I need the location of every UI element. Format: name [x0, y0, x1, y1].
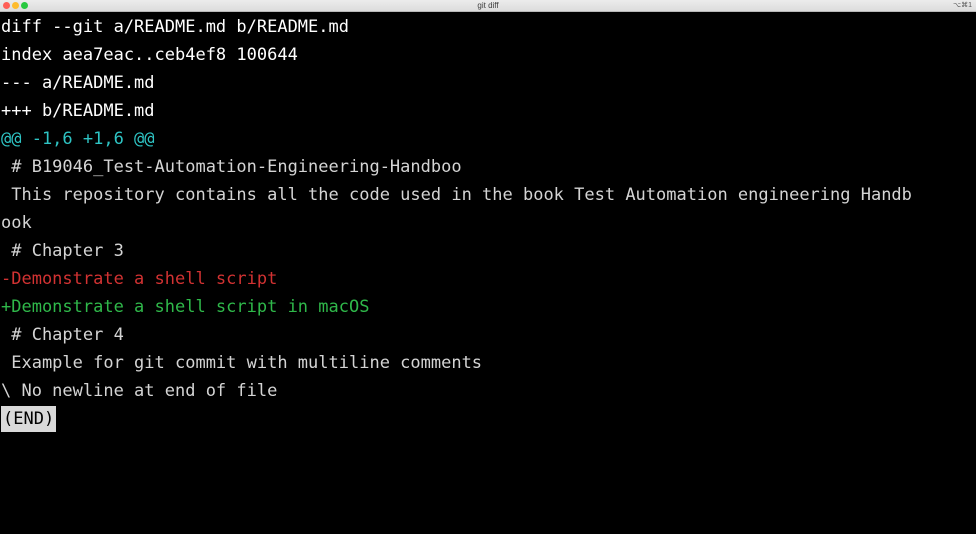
pager-end-prompt[interactable]: (END) [1, 406, 57, 432]
title-bar[interactable]: git diff ⌥⌘1 [0, 0, 976, 12]
diff-context-line: ook [1, 213, 32, 233]
diff-no-newline-line: \ No newline at end of file [1, 381, 278, 401]
window-title: git diff [477, 1, 499, 10]
diff-header-line: diff --git a/README.md b/README.md [1, 17, 349, 37]
diff-hunk-header: @@ -1,6 +1,6 @@ [1, 129, 155, 149]
diff-old-file-line: --- a/README.md [1, 73, 155, 93]
diff-new-file-line: +++ b/README.md [1, 101, 155, 121]
diff-added-line: +Demonstrate a shell script in macOS [1, 297, 370, 317]
diff-removed-line: -Demonstrate a shell script [1, 269, 278, 289]
pager-line: (END) [0, 405, 976, 433]
diff-context-line: Example for git commit with multiline co… [1, 353, 483, 373]
diff-context-line: # B19046_Test-Automation-Engineering-Han… [1, 157, 462, 177]
diff-index-line: index aea7eac..ceb4ef8 100644 [1, 45, 298, 65]
diff-context-line: # Chapter 4 [1, 325, 124, 345]
diff-context-line: This repository contains all the code us… [1, 185, 912, 205]
window-shortcut-label: ⌥⌘1 [953, 2, 972, 9]
terminal-window: git diff ⌥⌘1 diff --git a/README.md b/RE… [0, 0, 976, 534]
terminal-output[interactable]: diff --git a/README.md b/README.md index… [0, 13, 976, 534]
diff-context-line: # Chapter 3 [1, 241, 124, 261]
